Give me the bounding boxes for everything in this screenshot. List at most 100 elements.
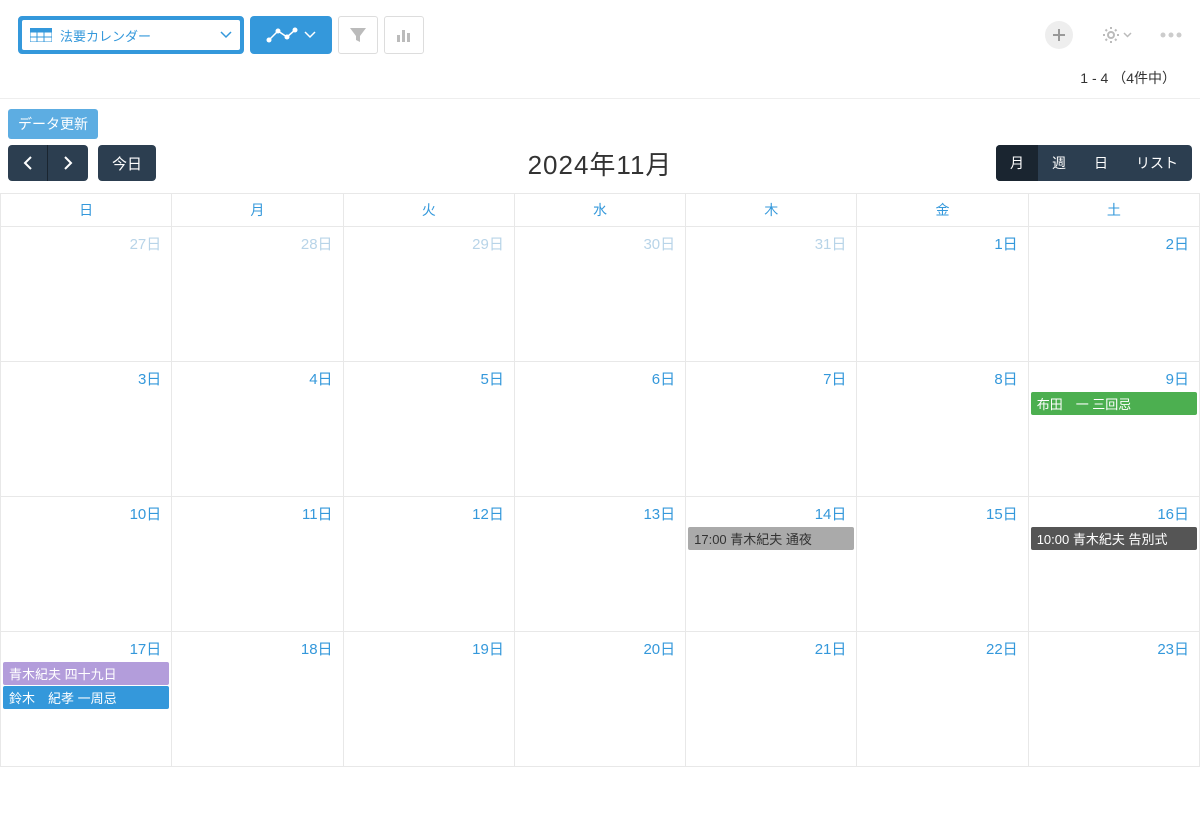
day-number: 9日 [1029,362,1199,391]
calendar-cell[interactable]: 28日 [172,227,343,362]
day-number: 29日 [344,227,514,256]
chevron-down-icon [1123,32,1132,38]
day-number: 6日 [515,362,685,391]
calendar-grid: 日月火水木金土 27日28日29日30日31日1日2日 3日4日5日6日7日8日9… [0,193,1200,767]
calendar-cell[interactable]: 7日 [686,362,857,497]
weekday-header: 土 [1028,194,1199,227]
calendar-cell[interactable]: 19日 [343,632,514,767]
day-number: 1日 [857,227,1027,256]
next-button[interactable] [48,145,88,181]
calendar-cell[interactable]: 2日 [1028,227,1199,362]
chevron-right-icon [63,156,73,170]
calendar-nav: 今日 2024年11月 月 週 日 リスト [0,145,1200,193]
calendar-cell[interactable]: 21日 [686,632,857,767]
more-button[interactable] [1160,32,1182,38]
line-chart-icon [266,26,298,44]
weekday-header: 金 [857,194,1028,227]
day-number: 12日 [344,497,514,526]
day-number: 3日 [1,362,171,391]
day-number: 16日 [1029,497,1199,526]
calendar-cell[interactable]: 20日 [514,632,685,767]
day-number: 22日 [857,632,1027,661]
weekday-header: 月 [172,194,343,227]
day-number: 4日 [172,362,342,391]
record-count: 1 - 4 （4件中） [0,64,1200,98]
day-number: 30日 [515,227,685,256]
filter-button[interactable] [338,16,378,54]
calendar-cell[interactable]: 17日青木紀夫 四十九日鈴木 紀孝 一周忌 [1,632,172,767]
day-number: 14日 [686,497,856,526]
table-icon [30,28,52,42]
day-number: 10日 [1,497,171,526]
calendar-title: 2024年11月 [528,145,673,182]
view-switch: 月 週 日 リスト [996,145,1192,181]
calendar-cell[interactable]: 5日 [343,362,514,497]
day-number: 31日 [686,227,856,256]
gear-icon [1101,25,1121,45]
calendar-cell[interactable]: 10日 [1,497,172,632]
calendar-cell[interactable]: 18日 [172,632,343,767]
day-number: 8日 [857,362,1027,391]
calendar-event[interactable]: 青木紀夫 四十九日 [3,662,169,685]
calendar-cell[interactable]: 1日 [857,227,1028,362]
weekday-header: 木 [686,194,857,227]
view-week[interactable]: 週 [1038,145,1080,181]
day-number: 27日 [1,227,171,256]
day-number: 13日 [515,497,685,526]
chart-button[interactable] [384,16,424,54]
day-number: 20日 [515,632,685,661]
weekday-header: 日 [1,194,172,227]
calendar-cell[interactable]: 13日 [514,497,685,632]
day-number: 18日 [172,632,342,661]
calendar-cell[interactable]: 15日 [857,497,1028,632]
add-button[interactable] [1045,21,1073,49]
today-button[interactable]: 今日 [98,145,156,181]
day-number: 11日 [172,497,342,526]
view-selector-inner: 法要カレンダー [22,20,240,50]
calendar-cell[interactable]: 14日17:00 青木紀夫 通夜 [686,497,857,632]
calendar-event[interactable]: 布田 一 三回忌 [1031,392,1197,415]
prev-button[interactable] [8,145,48,181]
calendar-cell[interactable]: 8日 [857,362,1028,497]
day-number: 23日 [1029,632,1199,661]
bar-chart-icon [394,25,414,45]
calendar-cell[interactable]: 9日布田 一 三回忌 [1028,362,1199,497]
day-number: 21日 [686,632,856,661]
calendar-cell[interactable]: 6日 [514,362,685,497]
day-number: 15日 [857,497,1027,526]
calendar-cell[interactable]: 31日 [686,227,857,362]
settings-button[interactable] [1101,25,1132,45]
calendar-cell[interactable]: 12日 [343,497,514,632]
calendar-cell[interactable]: 16日10:00 青木紀夫 告別式 [1028,497,1199,632]
top-toolbar: 法要カレンダー [0,0,1200,64]
calendar-event[interactable]: 17:00 青木紀夫 通夜 [688,527,854,550]
day-number: 17日 [1,632,171,661]
calendar-cell[interactable]: 4日 [172,362,343,497]
refresh-button[interactable]: データ更新 [8,109,98,139]
chevron-left-icon [23,156,33,170]
weekday-header: 火 [343,194,514,227]
day-number: 19日 [344,632,514,661]
weekday-header: 水 [514,194,685,227]
graph-selector[interactable] [250,16,332,54]
calendar-cell[interactable]: 27日 [1,227,172,362]
chevron-down-icon [220,31,232,39]
plus-icon [1052,28,1066,42]
calendar-cell[interactable]: 29日 [343,227,514,362]
view-month[interactable]: 月 [996,145,1038,181]
calendar-event[interactable]: 鈴木 紀孝 一周忌 [3,686,169,709]
calendar-cell[interactable]: 3日 [1,362,172,497]
calendar-cell[interactable]: 22日 [857,632,1028,767]
day-number: 2日 [1029,227,1199,256]
calendar-cell[interactable]: 23日 [1028,632,1199,767]
view-list[interactable]: リスト [1122,145,1192,181]
funnel-icon [348,25,368,45]
calendar-event[interactable]: 10:00 青木紀夫 告別式 [1031,527,1197,550]
divider [0,98,1200,99]
day-number: 7日 [686,362,856,391]
day-number: 28日 [172,227,342,256]
view-selector[interactable]: 法要カレンダー [18,16,244,54]
calendar-cell[interactable]: 30日 [514,227,685,362]
calendar-cell[interactable]: 11日 [172,497,343,632]
view-day[interactable]: 日 [1080,145,1122,181]
